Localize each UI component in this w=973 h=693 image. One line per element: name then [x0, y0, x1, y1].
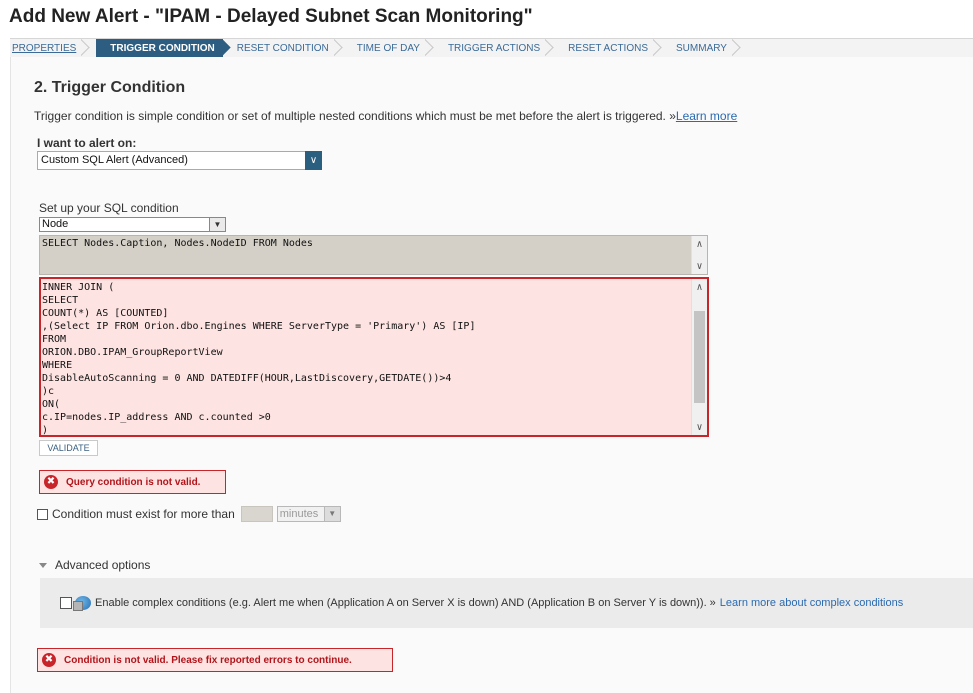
scroll-thumb[interactable]	[694, 311, 705, 403]
footer-error-message: ✖ Condition is not valid. Please fix rep…	[37, 648, 393, 672]
complex-conditions-link[interactable]: Learn more about complex conditions	[720, 597, 903, 609]
scroll-down-icon[interactable]: ∨	[692, 420, 707, 434]
condition-duration-row: Condition must exist for more than minut…	[37, 506, 341, 522]
condition-exist-checkbox[interactable]	[37, 508, 48, 520]
wizard-step-label: PROPERTIES	[12, 42, 77, 54]
chevron-right-icon	[425, 39, 434, 57]
alert-type-select[interactable]: Custom SQL Alert (Advanced) ∨	[37, 151, 322, 170]
sql-prefix-box: SELECT Nodes.Caption, Nodes.NodeID FROM …	[39, 235, 708, 275]
sql-line: )	[42, 425, 49, 435]
object-type-value: Node	[42, 218, 69, 230]
sql-line: ,(Select IP FROM Orion.dbo.Engines WHERE…	[42, 321, 476, 332]
chevron-right-icon	[81, 39, 90, 57]
wizard-step-label: TIME OF DAY	[356, 42, 420, 54]
scroll-up-icon[interactable]: ∧	[692, 280, 707, 294]
wizard-step-trigger-condition[interactable]: TRIGGER CONDITION	[96, 39, 223, 57]
chevron-down-icon[interactable]: ▼	[323, 507, 340, 521]
scrollbar[interactable]: ∧ ∨	[691, 279, 707, 435]
error-icon: ✖	[42, 653, 56, 667]
alert-type-value: Custom SQL Alert (Advanced)	[41, 154, 188, 166]
wizard-step-label: RESET CONDITION	[236, 42, 329, 54]
wizard-step-time-of-day[interactable]: TIME OF DAY	[343, 39, 434, 57]
scroll-down-icon[interactable]: ∨	[692, 259, 707, 273]
learn-more-link[interactable]: Learn more	[676, 109, 737, 123]
condition-exist-label: Condition must exist for more than	[52, 507, 235, 521]
wizard-step-summary[interactable]: SUMMARY	[662, 39, 741, 57]
alert-on-label: I want to alert on:	[37, 136, 137, 150]
wizard-step-reset-condition[interactable]: RESET CONDITION	[223, 39, 343, 57]
page-title: Add New Alert - "IPAM - Delayed Subnet S…	[9, 6, 533, 27]
sql-line: c.IP=nodes.IP_address AND c.counted >0	[42, 412, 271, 423]
object-type-select[interactable]: Node ▼	[39, 217, 226, 232]
wizard-step-reset-actions[interactable]: RESET ACTIONS	[554, 39, 662, 57]
query-error-text: Query condition is not valid.	[66, 476, 201, 488]
error-icon: ✖	[44, 475, 58, 489]
complex-conditions-row: Enable complex conditions (e.g. Alert me…	[60, 596, 903, 611]
duration-unit-value: minutes	[279, 508, 319, 520]
wizard-step-label: TRIGGER CONDITION	[110, 42, 215, 54]
complex-conditions-label: Enable complex conditions (e.g. Alert me…	[95, 597, 716, 609]
wizard-breadcrumb: PROPERTIES TRIGGER CONDITION RESET CONDI…	[10, 38, 973, 58]
sql-line: ORION.DBO.IPAM_GroupReportView	[42, 347, 223, 358]
sql-line: )c	[42, 386, 55, 397]
chevron-down-icon[interactable]: ∨	[305, 151, 322, 170]
duration-unit-select[interactable]: minutes ▼	[276, 506, 341, 522]
sql-line: FROM	[42, 334, 67, 345]
description-text: Trigger condition is simple condition or…	[34, 109, 676, 123]
sql-line: DisableAutoScanning = 0 AND DATEDIFF(HOU…	[42, 373, 452, 384]
wizard-step-properties[interactable]: PROPERTIES	[10, 39, 90, 57]
sql-condition-editor[interactable]: INNER JOIN ( SELECT COUNT(*) AS [COUNTED],…	[39, 277, 709, 437]
scroll-up-icon[interactable]: ∧	[692, 237, 707, 251]
application-icon	[73, 596, 91, 611]
triangle-down-icon	[39, 562, 47, 568]
wizard-step-label: SUMMARY	[676, 42, 727, 54]
chevron-right-icon	[653, 39, 662, 57]
sql-line: WHERE	[42, 360, 73, 371]
advanced-options-label: Advanced options	[55, 558, 151, 572]
sql-line: SELECT	[42, 295, 79, 306]
chevron-down-icon[interactable]: ▼	[209, 218, 225, 231]
sql-code[interactable]: INNER JOIN ( SELECT COUNT(*) AS [COUNTED],…	[42, 281, 689, 435]
sql-line: ON(	[42, 399, 61, 410]
wizard-step-label: RESET ACTIONS	[568, 42, 649, 54]
section-title: 2. Trigger Condition	[34, 79, 186, 96]
sql-line: COUNT(*) AS [COUNTED]	[42, 308, 169, 319]
sql-setup-label: Set up your SQL condition	[39, 201, 179, 215]
advanced-options-toggle[interactable]: Advanced options	[39, 558, 150, 572]
chevron-right-icon	[732, 39, 741, 57]
query-error-message: ✖ Query condition is not valid.	[39, 470, 226, 494]
scrollbar[interactable]: ∧ ∨	[691, 236, 707, 274]
duration-input[interactable]	[240, 506, 273, 522]
sql-prefix-text: SELECT Nodes.Caption, Nodes.NodeID FROM …	[42, 238, 313, 249]
validate-button[interactable]: VALIDATE	[39, 440, 98, 456]
footer-error-text: Condition is not valid. Please fix repor…	[64, 654, 352, 666]
complex-conditions-checkbox[interactable]	[60, 597, 72, 609]
chevron-right-icon	[545, 39, 554, 57]
chevron-right-icon	[334, 39, 343, 57]
trigger-description: Trigger condition is simple condition or…	[34, 109, 737, 123]
sql-line: INNER JOIN (	[42, 282, 115, 293]
wizard-step-label: TRIGGER ACTIONS	[447, 42, 541, 54]
wizard-step-trigger-actions[interactable]: TRIGGER ACTIONS	[434, 39, 554, 57]
